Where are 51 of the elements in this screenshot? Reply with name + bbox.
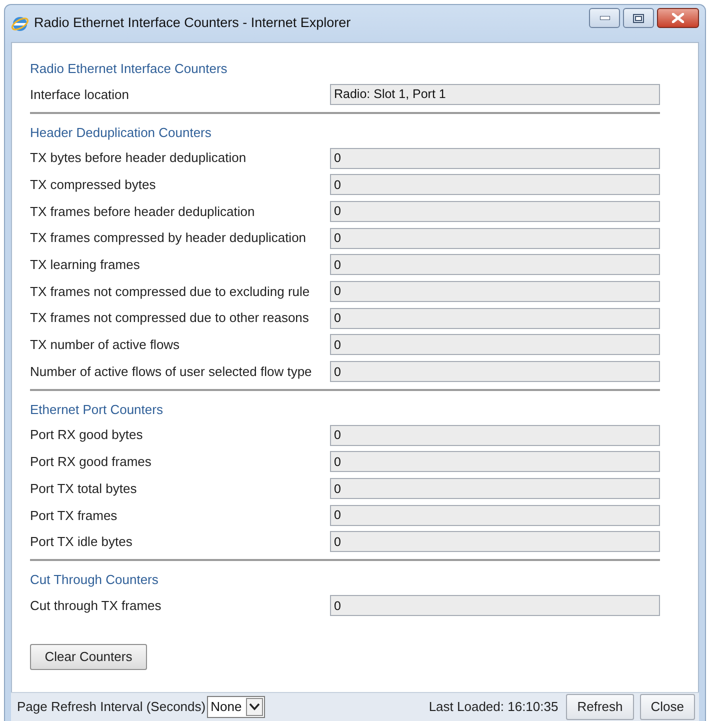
section-heading: Radio Ethernet Interface Counters bbox=[30, 60, 228, 78]
maximize-button[interactable] bbox=[623, 8, 654, 28]
refresh-interval-select[interactable]: None bbox=[206, 696, 265, 718]
field-label: Cut through TX frames bbox=[30, 596, 162, 615]
field-label: Port RX good bytes bbox=[30, 426, 144, 444]
field-label: TX learning frames bbox=[30, 256, 141, 274]
counter-field[interactable]: 0 bbox=[330, 148, 660, 169]
counter-field[interactable]: Radio: Slot 1, Port 1 bbox=[330, 84, 660, 105]
browser-icon bbox=[11, 14, 29, 32]
clear-counters-button[interactable]: Clear Counters bbox=[30, 644, 147, 670]
counter-field[interactable]: 0 bbox=[330, 308, 660, 329]
close-icon bbox=[672, 13, 684, 23]
close-button[interactable]: Close bbox=[640, 694, 695, 720]
field-label: TX frames not compressed due to other reasons bbox=[30, 309, 310, 328]
minimize-icon bbox=[600, 16, 610, 20]
field-label: Interface location bbox=[30, 86, 130, 104]
field-label: TX number of active flows bbox=[30, 336, 181, 354]
field-label: TX frames not compressed due to excluding rule bbox=[30, 282, 311, 301]
counter-field[interactable]: 0 bbox=[330, 254, 660, 276]
minimize-button[interactable] bbox=[589, 8, 620, 28]
section-heading: Header Deduplication Counters bbox=[30, 124, 212, 142]
counter-field[interactable]: 0 bbox=[330, 478, 660, 500]
field-label: Port TX idle bytes bbox=[30, 533, 134, 552]
counter-field[interactable]: 0 bbox=[330, 424, 660, 446]
close-button[interactable] bbox=[657, 8, 699, 28]
field-label: Port RX good frames bbox=[30, 453, 152, 472]
field-label: TX frames before header deduplication bbox=[30, 202, 256, 221]
counter-field[interactable]: 0 bbox=[330, 531, 660, 552]
window-title: Radio Ethernet Interface Counters - Internet Explorer bbox=[34, 14, 351, 32]
field-label: Number of active flows of user selected flow type bbox=[30, 362, 313, 381]
field-label: TX frames compressed by header deduplication bbox=[30, 229, 308, 248]
counter-field[interactable]: 0 bbox=[330, 174, 660, 196]
field-label: Port TX frames bbox=[30, 506, 118, 525]
caret-icon bbox=[246, 698, 263, 716]
refresh-interval-label: Page Refresh Interval (Seconds) bbox=[17, 698, 206, 716]
field-label: TX compressed bytes bbox=[30, 176, 157, 194]
counter-field[interactable]: 0 bbox=[330, 200, 660, 222]
counter-field[interactable]: 0 bbox=[330, 504, 660, 526]
section-heading: Cut Through Counters bbox=[30, 571, 160, 590]
counter-field[interactable]: 0 bbox=[330, 228, 660, 249]
counter-field[interactable]: 0 bbox=[330, 334, 660, 356]
refresh-button[interactable]: Refresh bbox=[566, 694, 634, 720]
field-label: Port TX total bytes bbox=[30, 480, 138, 498]
field-label: TX bytes before header deduplication bbox=[30, 149, 248, 168]
counter-field[interactable]: 0 bbox=[330, 595, 660, 616]
last-loaded-text: Last Loaded: 16:10:35 bbox=[428, 698, 558, 716]
counter-field[interactable]: 0 bbox=[330, 280, 660, 302]
counter-field[interactable]: 0 bbox=[330, 451, 660, 472]
section-heading: Ethernet Port Counters bbox=[30, 400, 164, 419]
counter-field[interactable]: 0 bbox=[330, 361, 660, 382]
maximize-icon bbox=[633, 14, 644, 22]
